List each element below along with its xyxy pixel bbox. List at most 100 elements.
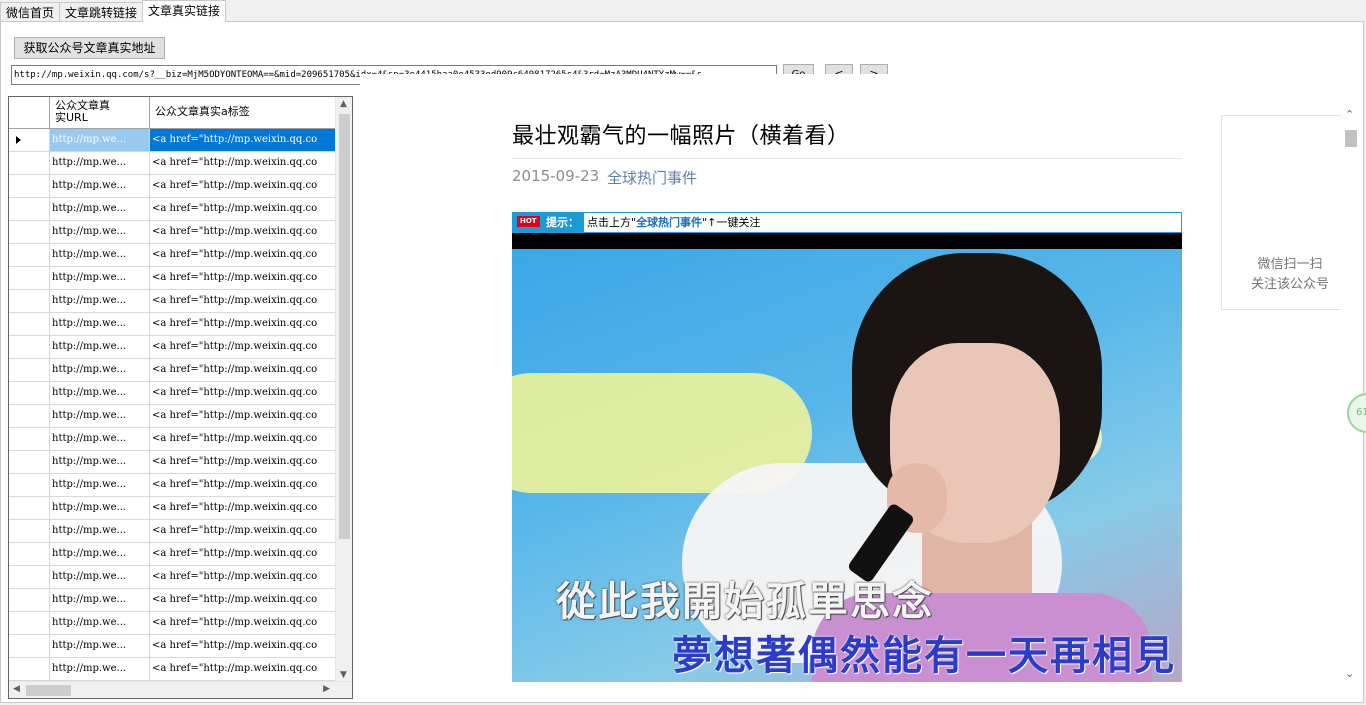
row-header[interactable] [9, 244, 50, 266]
scroll-thumb[interactable] [26, 685, 71, 696]
cell-real-url[interactable]: http://mp.we... [50, 612, 150, 634]
row-header[interactable] [9, 313, 50, 335]
cell-real-a-tag[interactable]: <a href="http://mp.weixin.qq.co [150, 359, 336, 381]
row-header[interactable] [9, 290, 50, 312]
cell-real-url[interactable]: http://mp.we... [50, 267, 150, 289]
table-row[interactable]: http://mp.we... <a href="http://mp.weixin… [9, 129, 336, 152]
cell-real-url[interactable]: http://mp.we... [50, 129, 150, 151]
cell-real-a-tag[interactable]: <a href="http://mp.weixin.qq.co [150, 198, 336, 220]
cell-real-a-tag[interactable]: <a href="http://mp.weixin.qq.co [150, 543, 336, 565]
cell-real-a-tag[interactable]: <a href="http://mp.weixin.qq.co [150, 313, 336, 335]
table-row[interactable]: http://mp.we... <a href="http://mp.weixin… [9, 359, 336, 382]
table-row[interactable]: http://mp.we... <a href="http://mp.weixin… [9, 175, 336, 198]
cell-real-a-tag[interactable]: <a href="http://mp.weixin.qq.co [150, 451, 336, 473]
cell-real-url[interactable]: http://mp.we... [50, 589, 150, 611]
row-header[interactable] [9, 451, 50, 473]
column-header-real-a-tag[interactable]: 公众文章真实a标签 [150, 97, 336, 128]
row-header[interactable] [9, 221, 50, 243]
cell-real-url[interactable]: http://mp.we... [50, 428, 150, 450]
table-row[interactable]: http://mp.we... <a href="http://mp.weixin… [9, 221, 336, 244]
browser-vertical-scrollbar[interactable]: ⌃ ⌄ [1341, 96, 1360, 686]
table-row[interactable]: http://mp.we... <a href="http://mp.weixin… [9, 612, 336, 635]
tab-weixin-home[interactable]: 微信首页 [0, 2, 61, 22]
scroll-left-icon[interactable]: ◀ [13, 684, 20, 694]
grid-horizontal-scrollbar[interactable]: ◀ ▶ [9, 681, 352, 698]
cell-real-a-tag[interactable]: <a href="http://mp.weixin.qq.co [150, 428, 336, 450]
table-row[interactable]: http://mp.we... <a href="http://mp.weixin… [9, 267, 336, 290]
table-row[interactable]: http://mp.we... <a href="http://mp.weixin… [9, 520, 336, 543]
table-row[interactable]: http://mp.we... <a href="http://mp.weixin… [9, 428, 336, 451]
cell-real-url[interactable]: http://mp.we... [50, 658, 150, 680]
table-row[interactable]: http://mp.we... <a href="http://mp.weixin… [9, 382, 336, 405]
scroll-up-icon[interactable]: ⌃ [1345, 108, 1354, 121]
tab-article-real-links[interactable]: 文章真实链接 [142, 0, 227, 22]
row-header[interactable] [9, 428, 50, 450]
cell-real-a-tag[interactable]: <a href="http://mp.weixin.qq.co [150, 635, 336, 657]
table-row[interactable]: http://mp.we... <a href="http://mp.weixin… [9, 152, 336, 175]
cell-real-url[interactable]: http://mp.we... [50, 221, 150, 243]
row-header[interactable] [9, 589, 50, 611]
row-header[interactable] [9, 635, 50, 657]
table-row[interactable]: http://mp.we... <a href="http://mp.weixin… [9, 405, 336, 428]
cell-real-a-tag[interactable]: <a href="http://mp.weixin.qq.co [150, 520, 336, 542]
cell-real-a-tag[interactable]: <a href="http://mp.weixin.qq.co [150, 129, 336, 151]
cell-real-a-tag[interactable]: <a href="http://mp.weixin.qq.co [150, 221, 336, 243]
cell-real-url[interactable]: http://mp.we... [50, 198, 150, 220]
cell-real-a-tag[interactable]: <a href="http://mp.weixin.qq.co [150, 474, 336, 496]
cell-real-url[interactable]: http://mp.we... [50, 382, 150, 404]
row-header[interactable] [9, 566, 50, 588]
row-header[interactable] [9, 198, 50, 220]
cell-real-a-tag[interactable]: <a href="http://mp.weixin.qq.co [150, 267, 336, 289]
cell-real-a-tag[interactable]: <a href="http://mp.weixin.qq.co [150, 290, 336, 312]
cell-real-url[interactable]: http://mp.we... [50, 497, 150, 519]
cell-real-a-tag[interactable]: <a href="http://mp.weixin.qq.co [150, 244, 336, 266]
table-row[interactable]: http://mp.we... <a href="http://mp.weixin… [9, 635, 336, 658]
cell-real-url[interactable]: http://mp.we... [50, 543, 150, 565]
cell-real-a-tag[interactable]: <a href="http://mp.weixin.qq.co [150, 589, 336, 611]
cell-real-a-tag[interactable]: <a href="http://mp.weixin.qq.co [150, 175, 336, 197]
cell-real-url[interactable]: http://mp.we... [50, 566, 150, 588]
row-header[interactable] [9, 405, 50, 427]
table-row[interactable]: http://mp.we... <a href="http://mp.weixin… [9, 658, 336, 681]
row-header[interactable] [9, 658, 50, 680]
row-header[interactable] [9, 612, 50, 634]
row-header[interactable] [9, 474, 50, 496]
row-header[interactable] [9, 175, 50, 197]
row-header[interactable] [9, 543, 50, 565]
cell-real-a-tag[interactable]: <a href="http://mp.weixin.qq.co [150, 152, 336, 174]
cell-real-a-tag[interactable]: <a href="http://mp.weixin.qq.co [150, 497, 336, 519]
cell-real-url[interactable]: http://mp.we... [50, 336, 150, 358]
cell-real-a-tag[interactable]: <a href="http://mp.weixin.qq.co [150, 382, 336, 404]
row-header[interactable] [9, 497, 50, 519]
cell-real-a-tag[interactable]: <a href="http://mp.weixin.qq.co [150, 336, 336, 358]
table-row[interactable]: http://mp.we... <a href="http://mp.weixin… [9, 198, 336, 221]
scroll-right-icon[interactable]: ▶ [323, 684, 330, 694]
row-header[interactable] [9, 129, 50, 151]
cell-real-url[interactable]: http://mp.we... [50, 359, 150, 381]
table-row[interactable]: http://mp.we... <a href="http://mp.weixin… [9, 244, 336, 267]
row-header[interactable] [9, 359, 50, 381]
get-real-url-button[interactable]: 获取公众号文章真实地址 [14, 37, 165, 59]
cell-real-a-tag[interactable]: <a href="http://mp.weixin.qq.co [150, 658, 336, 680]
scroll-up-icon[interactable]: ▲ [340, 99, 347, 109]
cell-real-a-tag[interactable]: <a href="http://mp.weixin.qq.co [150, 612, 336, 634]
table-row[interactable]: http://mp.we... <a href="http://mp.weixin… [9, 497, 336, 520]
table-row[interactable]: http://mp.we... <a href="http://mp.weixin… [9, 566, 336, 589]
cell-real-a-tag[interactable]: <a href="http://mp.weixin.qq.co [150, 405, 336, 427]
table-row[interactable]: http://mp.we... <a href="http://mp.weixin… [9, 589, 336, 612]
table-row[interactable]: http://mp.we... <a href="http://mp.weixin… [9, 474, 336, 497]
cell-real-url[interactable]: http://mp.we... [50, 244, 150, 266]
cell-real-url[interactable]: http://mp.we... [50, 313, 150, 335]
table-row[interactable]: http://mp.we... <a href="http://mp.weixin… [9, 290, 336, 313]
cell-real-url[interactable]: http://mp.we... [50, 474, 150, 496]
tab-article-redirect-links[interactable]: 文章跳转链接 [59, 2, 144, 22]
cell-real-url[interactable]: http://mp.we... [50, 152, 150, 174]
row-header[interactable] [9, 152, 50, 174]
row-header[interactable] [9, 336, 50, 358]
web-browser[interactable]: 最壮观霸气的一幅照片（横着看） 2015-09-23 全球热门事件 HOT 提示… [360, 74, 1360, 682]
table-row[interactable]: http://mp.we... <a href="http://mp.weixin… [9, 451, 336, 474]
cell-real-url[interactable]: http://mp.we... [50, 290, 150, 312]
table-row[interactable]: http://mp.we... <a href="http://mp.weixin… [9, 336, 336, 359]
follow-tip-bar[interactable]: HOT 提示： 点击上方"全球热门事件"↑一键关注 [512, 212, 1182, 233]
cell-real-url[interactable]: http://mp.we... [50, 175, 150, 197]
